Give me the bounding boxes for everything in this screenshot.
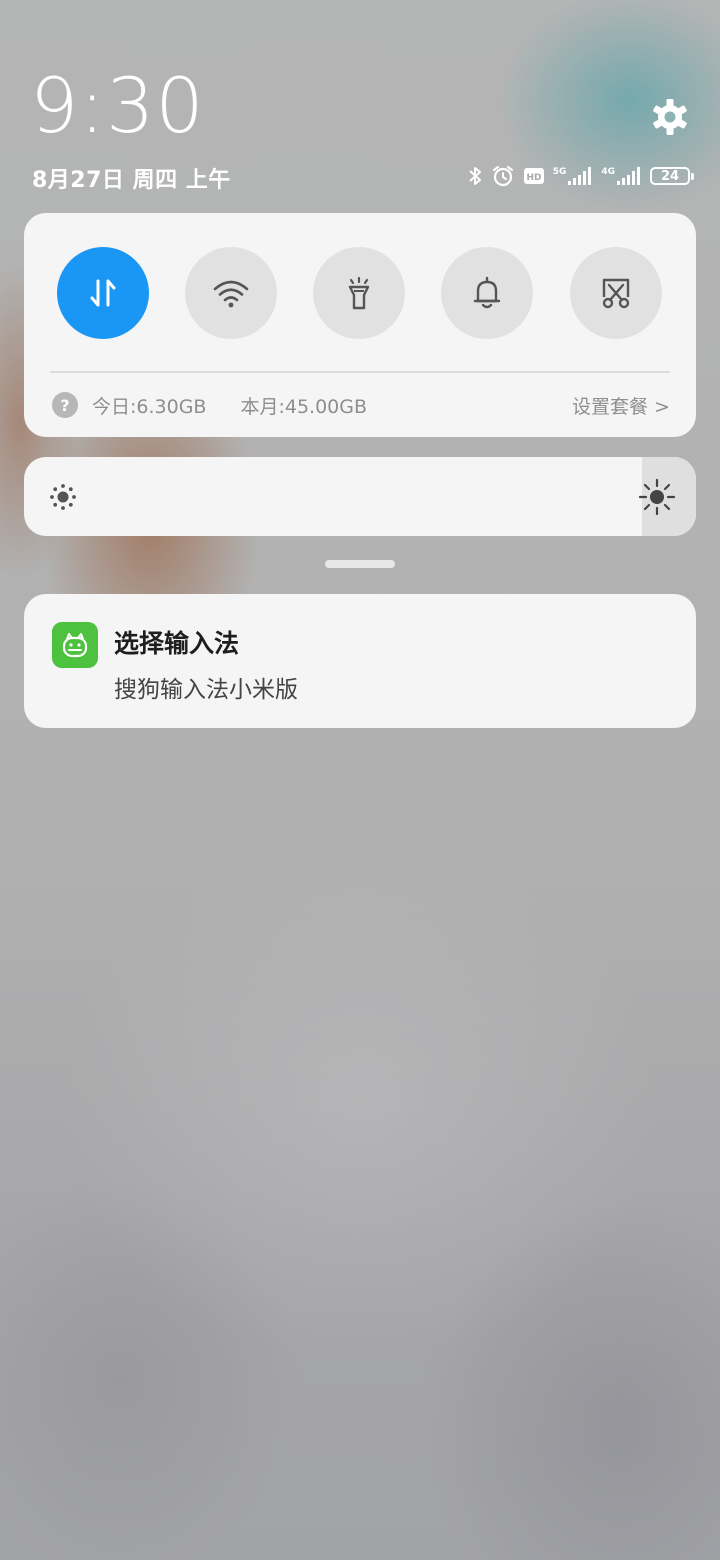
ringer-toggle[interactable] xyxy=(441,247,533,339)
alarm-icon xyxy=(491,164,515,188)
data-usage-row: ? 今日:6.30GB 本月:45.00GB 设置套餐 > xyxy=(52,391,670,419)
bell-icon xyxy=(473,276,501,309)
battery-icon: 24 xyxy=(650,167,694,185)
notification-body: 搜狗输入法小米版 xyxy=(114,677,298,703)
panel-divider xyxy=(50,371,670,373)
flashlight-toggle[interactable] xyxy=(313,247,405,339)
panel-drag-handle[interactable] xyxy=(325,560,395,568)
sogou-input-icon xyxy=(52,622,98,668)
question-icon[interactable]: ? xyxy=(52,392,78,418)
clock-time[interactable]: 9:30 xyxy=(30,68,205,144)
data-usage-today: 今日:6.30GB xyxy=(92,395,207,418)
brightness-slider[interactable] xyxy=(24,457,696,536)
brightness-high-icon xyxy=(638,478,676,520)
signal-5g-icon: 5G xyxy=(553,166,594,186)
notification-title: 选择输入法 xyxy=(114,629,240,658)
screenshot-toggle[interactable] xyxy=(570,247,662,339)
mobile-data-toggle[interactable] xyxy=(57,247,149,339)
status-bar-icons: HD 5G 4G 24 xyxy=(467,162,694,190)
brightness-low-icon xyxy=(48,482,78,516)
quick-settings-panel: ? 今日:6.30GB 本月:45.00GB 设置套餐 > xyxy=(24,213,696,437)
set-plan-link[interactable]: 设置套餐 > xyxy=(572,392,670,419)
data-arrows-icon xyxy=(90,279,116,307)
svg-text:HD: HD xyxy=(526,173,541,183)
data-usage-month: 本月:45.00GB xyxy=(240,395,368,418)
flashlight-icon xyxy=(348,276,370,310)
signal-4g-icon: 4G xyxy=(601,166,642,186)
wifi-icon xyxy=(213,280,249,308)
hd-icon: HD xyxy=(523,167,545,185)
date-label[interactable]: 8月27日 周四 上午 xyxy=(32,162,231,194)
screenshot-icon xyxy=(602,278,630,309)
wifi-toggle[interactable] xyxy=(185,247,277,339)
notification-card[interactable]: 选择输入法 搜狗输入法小米版 xyxy=(24,594,696,728)
bluetooth-icon xyxy=(467,164,483,188)
gear-icon[interactable] xyxy=(650,97,690,137)
